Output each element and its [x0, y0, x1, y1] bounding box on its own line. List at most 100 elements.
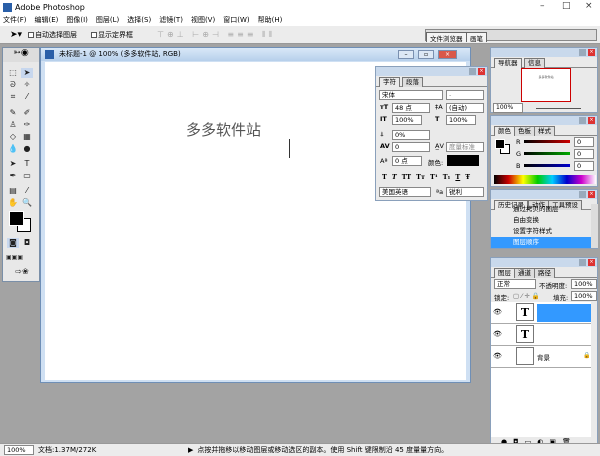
pen-tool-icon[interactable]: ✒	[7, 171, 19, 181]
eye-icon[interactable]: 👁	[493, 330, 502, 338]
superscript-button[interactable]: T¹	[430, 173, 438, 181]
panel-close-button[interactable]: ×	[588, 259, 595, 266]
eye-icon[interactable]: 👁	[493, 352, 502, 360]
screen-mode-icon[interactable]: ▣▣▣	[6, 253, 23, 263]
panel-minimize-button[interactable]	[469, 68, 476, 75]
panel-close-button[interactable]: ×	[478, 68, 485, 75]
tab-swatches[interactable]: 色板	[514, 126, 535, 136]
maximize-button[interactable]: □	[562, 1, 571, 11]
nav-zoom-slider[interactable]	[536, 108, 581, 109]
healing-brush-icon[interactable]: ✎	[7, 108, 19, 118]
panel-minimize-button[interactable]	[579, 49, 586, 56]
history-item[interactable]: 通过拷贝的图层	[491, 204, 591, 215]
doc-minimize-button[interactable]: –	[398, 50, 414, 59]
panel-close-button[interactable]: ×	[588, 49, 595, 56]
minimize-button[interactable]: –	[540, 1, 545, 11]
clone-stamp-icon[interactable]: ♙	[7, 120, 19, 130]
faux-italic-button[interactable]: T	[392, 173, 397, 181]
canvas-text[interactable]: 多多软件站	[186, 119, 261, 140]
history-scrollbar[interactable]	[591, 204, 598, 248]
eyedropper-icon[interactable]: ⁄	[21, 186, 33, 196]
menu-edit[interactable]: 编辑(E)	[35, 15, 59, 25]
text-color-swatch[interactable]	[447, 155, 479, 166]
lock-icons[interactable]: ▢ ⁄ ✛ 🔒	[513, 292, 540, 300]
standard-mode-icon[interactable]: ◙	[7, 238, 19, 248]
notes-tool-icon[interactable]: ▤	[7, 186, 19, 196]
blend-mode-select[interactable]: 正常	[494, 279, 536, 289]
vertical-scale-field[interactable]: 100%	[392, 115, 422, 125]
marquee-tool-icon[interactable]: ⬚	[7, 68, 19, 78]
tab-styles[interactable]: 样式	[534, 126, 555, 136]
path-select-icon[interactable]: ➤	[7, 159, 19, 169]
lasso-tool-icon[interactable]: ᘐ	[7, 80, 19, 90]
font-family-select[interactable]: 宋体	[379, 90, 443, 100]
menu-help[interactable]: 帮助(H)	[258, 15, 283, 25]
panel-minimize-button[interactable]	[579, 191, 586, 198]
move-tool-preset-icon[interactable]: ➤▾	[10, 30, 22, 40]
tab-navigator[interactable]: 导航器	[494, 58, 522, 68]
layer-row[interactable]: 👁 背景 🔒	[491, 346, 591, 368]
tab-color[interactable]: 颜色	[494, 126, 515, 136]
tab-character[interactable]: 字符	[379, 77, 400, 87]
baseline-shift-field[interactable]: 0 点	[392, 156, 422, 166]
blue-slider[interactable]	[524, 164, 570, 167]
font-size-field[interactable]: 48 点	[392, 103, 430, 113]
tab-paths[interactable]: 路径	[534, 268, 555, 278]
dodge-tool-icon[interactable]: ●	[21, 144, 33, 154]
leading-field[interactable]: (自动)	[446, 103, 484, 113]
document-info[interactable]: 文档:1.37M/272K	[38, 445, 158, 455]
move-tool-icon[interactable]: ➤	[21, 68, 33, 78]
navigator-preview[interactable]: 多多软件站	[521, 68, 571, 102]
subscript-button[interactable]: T₁	[443, 173, 451, 181]
eraser-icon[interactable]: ◇	[7, 132, 19, 142]
horizontal-scale-field[interactable]: 100%	[446, 115, 476, 125]
menu-select[interactable]: 选择(S)	[127, 15, 151, 25]
green-slider[interactable]	[524, 152, 570, 155]
font-style-select[interactable]: -	[446, 90, 484, 100]
brush-tool-icon[interactable]: ✐	[21, 108, 33, 118]
slice-tool-icon[interactable]: ⁄	[21, 92, 33, 102]
show-bounds-checkbox[interactable]: 显示定界框	[91, 30, 133, 40]
language-select[interactable]: 美国英语	[379, 187, 431, 197]
color-ramp[interactable]	[494, 175, 596, 184]
tab-layers[interactable]: 图层	[494, 268, 515, 278]
green-value[interactable]: 0	[574, 149, 594, 159]
menu-layer[interactable]: 图层(L)	[96, 15, 119, 25]
menu-view[interactable]: 视图(V)	[191, 15, 215, 25]
faux-bold-button[interactable]: T	[382, 173, 387, 181]
menu-file[interactable]: 文件(F)	[3, 15, 27, 25]
kerning-field[interactable]: 0	[392, 142, 430, 152]
eye-icon[interactable]: 👁	[493, 308, 502, 316]
opacity-field[interactable]: 100%	[571, 279, 597, 289]
auto-select-checkbox[interactable]: 自动选择图层	[28, 30, 77, 40]
layer-name-selected[interactable]	[537, 304, 591, 322]
type-tool-icon[interactable]: T	[21, 159, 33, 169]
tab-info[interactable]: 信息	[524, 58, 545, 68]
align-buttons-icon[interactable]: ⊤⊕⊥ ⊢⊕⊣ ≡≡≡ ⫴⫴	[157, 30, 275, 40]
layer-row[interactable]: 👁 T	[491, 324, 591, 346]
history-brush-icon[interactable]: ✑	[21, 120, 33, 130]
nav-zoom-field[interactable]: 100%	[493, 103, 523, 113]
hand-tool-icon[interactable]: ✋	[7, 198, 19, 208]
shape-tool-icon[interactable]: ▭	[21, 171, 33, 181]
fg-color-swatch[interactable]	[495, 139, 505, 149]
crop-tool-icon[interactable]: ⌗	[7, 92, 19, 102]
foreground-color-swatch[interactable]	[9, 211, 24, 226]
menu-window[interactable]: 窗口(W)	[223, 15, 249, 25]
strikethrough-button[interactable]: Ŧ	[465, 173, 470, 181]
underline-button[interactable]: T	[455, 173, 460, 181]
status-arrow-icon[interactable]: ▶	[188, 446, 193, 454]
doc-maximize-button[interactable]: ▫	[418, 50, 434, 59]
zoom-tool-icon[interactable]: 🔍	[21, 198, 33, 208]
zoom-field[interactable]: 100%	[4, 445, 34, 455]
jump-to-imageready-icon[interactable]: ⇨❀	[9, 267, 35, 277]
small-caps-button[interactable]: Tт	[416, 173, 425, 181]
history-item[interactable]: 自由变换	[491, 215, 591, 226]
magic-wand-icon[interactable]: ✧	[21, 80, 33, 90]
red-value[interactable]: 0	[574, 137, 594, 147]
layer-row[interactable]: 👁 T	[491, 302, 591, 324]
close-button[interactable]: ×	[585, 1, 593, 11]
gradient-icon[interactable]: ▦	[21, 132, 33, 142]
blur-tool-icon[interactable]: 💧	[7, 144, 19, 154]
panel-minimize-button[interactable]	[579, 117, 586, 124]
